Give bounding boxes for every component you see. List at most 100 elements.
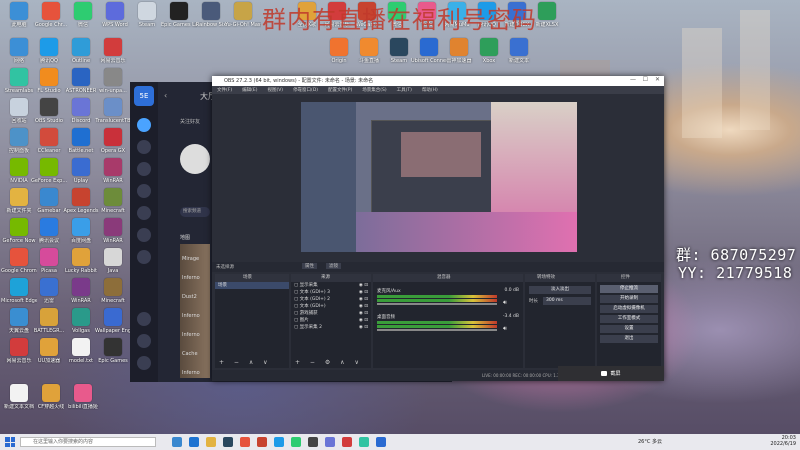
taskbar-app-icon[interactable] [223,437,233,447]
taskbar-app-icon[interactable] [376,437,386,447]
desktop-icon[interactable]: Steam [382,38,416,74]
source-item[interactable]: ▢ 文本 (GDI+) 3 ◉ ⊡ [291,289,371,296]
back-icon[interactable]: ‹ [164,91,167,100]
add-icon[interactable] [137,162,151,176]
weather-widget[interactable]: 26°C 多云 [638,438,662,445]
taskbar-app-icon[interactable] [308,437,318,447]
desktop-icon[interactable]: bilibili直播姬 [66,384,100,420]
desktop-icon[interactable]: model.txt [64,338,98,374]
controls-panel[interactable]: 停止推流开始录制启动虚拟摄像机 工作室模式设置退出 [597,282,661,368]
control-button[interactable]: 退出 [600,335,658,343]
speaker-icon[interactable]: 🔊︎ [503,325,507,333]
control-button[interactable]: 工作室模式 [600,315,658,323]
system-clock[interactable]: 20:03 2022/6/19 [770,435,796,447]
map-card[interactable]: Inferno [180,358,210,378]
taskbar-app-icon[interactable] [274,437,284,447]
menu-item[interactable]: 视图(V) [267,87,283,93]
desktop-icon[interactable]: 斗鱼直播 [352,38,386,74]
scenes-panel[interactable]: 场景 + − ∧ ∨ [215,282,289,368]
taskbar-app-icon[interactable] [257,437,267,447]
map-card[interactable]: Inferno [180,320,210,340]
source-item[interactable]: ▢ 显示采集 2 ◉ ⊡ [291,324,371,331]
add-icon-2[interactable] [137,184,151,198]
screenshot-toast[interactable]: 截屏 [558,366,664,381]
maximize-icon[interactable]: ☐ [643,76,648,83]
close-icon[interactable]: ✕ [655,76,660,83]
desktop-icon[interactable]: Epic Games Launcher [161,2,197,38]
transitions-panel[interactable]: 淡入淡出 时长 300 ms [525,282,595,368]
properties-button[interactable]: 属性 [302,263,317,269]
desktop-icon[interactable]: 雷神加速器 [442,38,476,74]
scene-toolbar[interactable]: + − ∧ ∨ [215,359,289,368]
add-icon-5[interactable] [137,250,151,264]
add-icon-3[interactable] [137,206,151,220]
desktop-icon[interactable]: 新建文本 [502,38,536,74]
obs-window[interactable]: OBS 27.2.3 (64 bit, windows) - 配置文件: 未命名… [212,76,664,381]
control-button[interactable]: 停止推流 [600,285,658,293]
map-card[interactable]: Cache [180,339,210,359]
menu-item[interactable]: 文件(F) [217,87,232,93]
desktop-icon[interactable]: Ubisoft Connect [411,38,447,74]
minimize-icon[interactable]: — [630,76,636,83]
menu-item[interactable]: 工具(T) [397,87,412,93]
desktop-icon[interactable]: UU加速器 [32,338,66,374]
menu-item[interactable]: 编辑(E) [242,87,257,93]
transition-select[interactable]: 淡入淡出 [529,286,591,294]
source-item[interactable]: ▢ 文本 (GDI+) ◉ ⊡ [291,303,371,310]
scene-item[interactable]: 场景 [215,282,289,289]
source-item[interactable]: ▢ 游戏捕获 ◉ ⊡ [291,310,371,317]
search-icon[interactable] [137,312,151,326]
taskbar-app-icon[interactable] [240,437,250,447]
menu-item[interactable]: 停靠窗口(D) [293,87,318,93]
sources-panel[interactable]: ▢ 显示采集 ◉ ⊡ ▢ 文本 (GDI+) 3 ◉ ⊡ ▢ 文本 (GDI+) 2 ◉ … [291,282,371,368]
filters-button[interactable]: 滤镜 [326,263,341,269]
desktop-icon[interactable]: Steam [130,2,164,38]
duration-input[interactable]: 300 ms [543,297,591,305]
map-card[interactable]: Mirage [180,244,210,264]
avatar[interactable] [137,140,151,154]
menu-item[interactable]: 场景集合(S) [362,87,386,93]
desktop-icon[interactable]: Rainbow Six [194,2,228,38]
desktop-icon[interactable]: 此电脑 [2,2,36,38]
speaker-icon[interactable]: 🔊︎ [503,299,507,307]
taskbar-app-icon[interactable] [172,437,182,447]
taskbar-app-icon[interactable] [189,437,199,447]
control-button[interactable]: 开始录制 [600,295,658,303]
source-item[interactable]: ▢ 显示采集 ◉ ⊡ [291,282,371,289]
map-card[interactable]: Inferno [180,301,210,321]
desktop-icon[interactable]: 微信 [66,2,100,38]
search-input[interactable]: 搜索频道 [180,207,210,217]
source-item[interactable]: ▢ 文本 (GDI+) 2 ◉ ⊡ [291,296,371,303]
menu-item[interactable]: 帮助(H) [422,87,438,93]
taskbar-app-icon[interactable] [291,437,301,447]
home-icon[interactable] [137,118,151,132]
desktop-icon[interactable]: Yu-Gi-Oh! Master Duel [225,2,261,38]
mixer-panel[interactable]: 麦克风/Aux 0.0 dB 🔊︎ 桌面音频 -3.4 dB 🔊︎ [373,282,523,368]
gear-icon[interactable] [137,334,151,348]
map-card[interactable]: Dust2 [180,282,210,302]
windows-start-icon[interactable] [5,437,15,447]
obs-preview[interactable] [301,102,577,252]
desktop-icon[interactable]: 网易云音乐 [2,338,36,374]
add-icon-4[interactable] [137,228,151,242]
desktop-icon[interactable]: 新建文本文档 [2,384,36,420]
map-card[interactable]: Inferno [180,263,210,283]
volume-slider[interactable] [377,329,497,331]
friends-tab[interactable]: 关注好友 [180,118,200,125]
desktop-icon[interactable]: Origin [322,38,356,74]
control-button[interactable]: 启动虚拟摄像机 [600,305,658,313]
control-button[interactable]: 设置 [600,325,658,333]
desktop-icon[interactable]: Xbox [472,38,506,74]
taskbar-search-input[interactable]: 在这里输入你要搜索的内容 [20,437,156,447]
desktop-icon[interactable]: Epic Games [96,338,130,374]
desktop-icon[interactable]: WPS Word [98,2,132,38]
taskbar-app-icon[interactable] [206,437,216,447]
source-item[interactable]: ▢ 图片 ◉ ⊡ [291,317,371,324]
menu-item[interactable]: 配置文件(P) [328,87,352,93]
desktop-icon[interactable]: CF穿越火线 [34,384,68,420]
volume-slider[interactable] [377,303,497,305]
taskbar-app-icon[interactable] [342,437,352,447]
taskbar-app-icon[interactable] [359,437,369,447]
taskbar-app-icon[interactable] [325,437,335,447]
desktop-icon[interactable]: Google Chr... [34,2,68,38]
